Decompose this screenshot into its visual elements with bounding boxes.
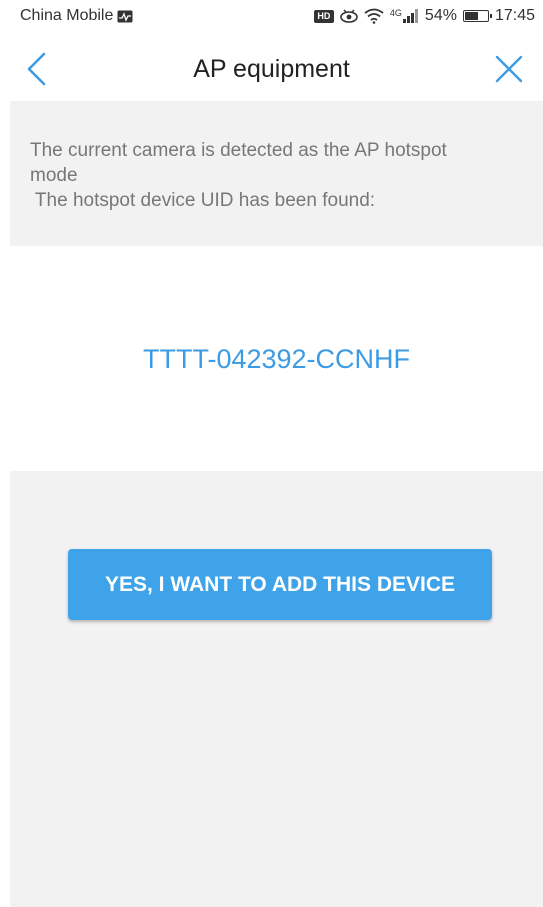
network-type: 4G [389,8,402,18]
battery-icon [462,10,492,22]
device-uid: TTTT-042392-CCNHF [142,344,411,374]
activity-icon [117,10,133,22]
message-line-3: The hotspot device UID has been found: [30,190,376,211]
hd-icon: HD [313,9,334,23]
eye-icon [340,9,358,23]
detection-message: The current camera is detected as the AP… [10,118,543,246]
left-edge-strip [0,101,10,907]
message-line-2: mode [30,165,78,186]
page-title: AP equipment [193,55,350,83]
wifi-icon [364,8,384,24]
status-bar: China Mobile HD 4G 54% 17:45 [0,0,543,33]
battery-percent: 54% [424,7,457,24]
message-line-1: The current camera is detected as the AP… [30,140,447,161]
nav-bar: AP equipment [0,33,543,101]
uid-panel: TTTT-042392-CCNHF [10,246,543,471]
status-icons: HD 4G 54% 17:45 [313,7,535,25]
carrier-name: China Mobile [20,7,114,24]
add-device-button[interactable]: YES, I WANT TO ADD THIS DEVICE [68,549,492,620]
carrier-group: China Mobile [20,7,133,25]
clock: 17:45 [494,7,535,24]
close-icon[interactable] [495,55,523,83]
signal-icon: 4G [390,9,419,23]
